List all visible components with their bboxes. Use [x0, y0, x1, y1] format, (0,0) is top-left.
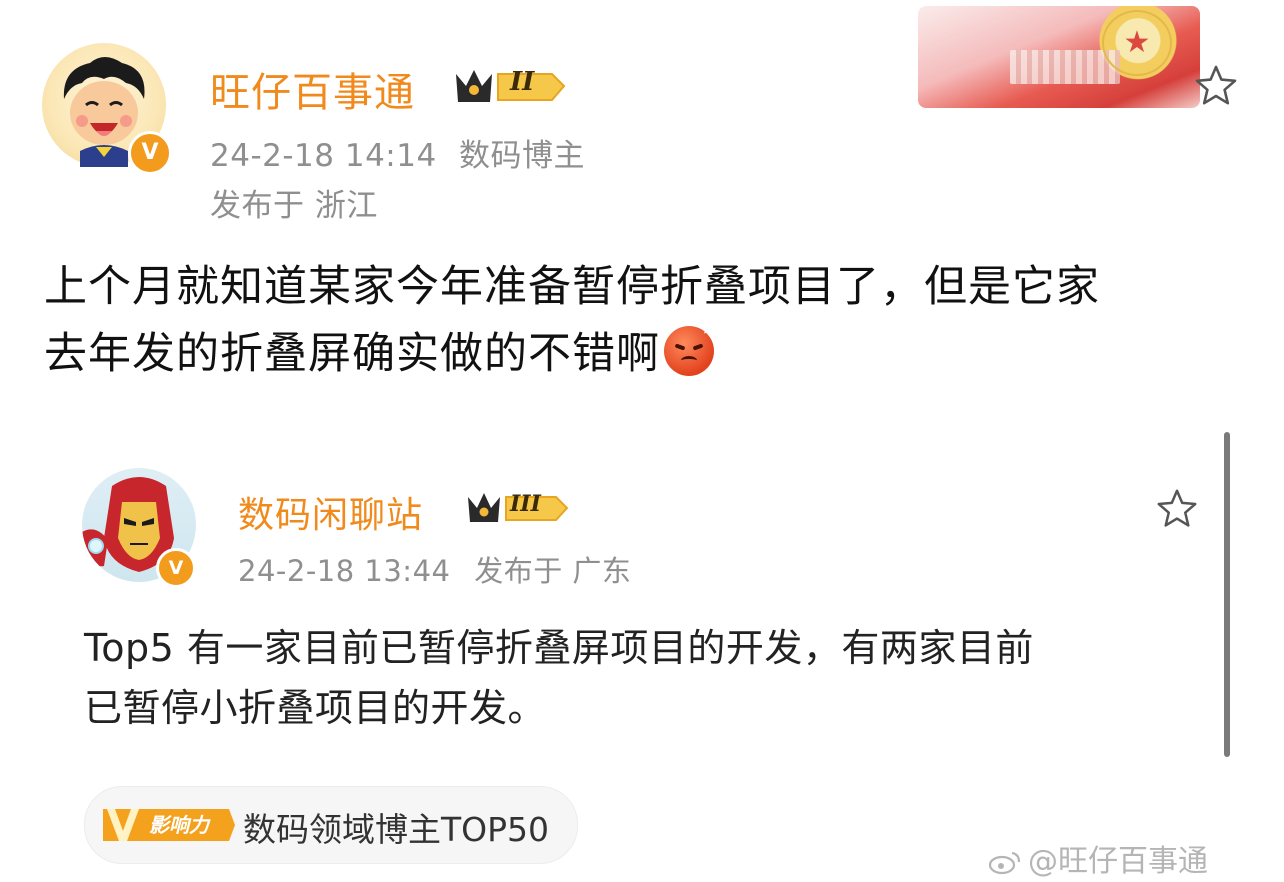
influence-label: 数码领域博主TOP50: [243, 810, 550, 849]
influence-badge-text: 影响力: [149, 813, 209, 837]
watermark: @旺仔百事通: [988, 836, 1208, 880]
quoted-body-line: Top5 有一家目前已暂停折叠屏项目的开发，有两家目前: [84, 626, 1034, 670]
influence-tag[interactable]: 影响力 数码领域博主TOP50: [84, 786, 578, 864]
watermark-text: @旺仔百事通: [1028, 844, 1208, 879]
banner-emblem: ★: [1102, 10, 1172, 76]
quoted-verified-badge: V: [156, 548, 196, 588]
quoted-body-line-2: 已暂停小折叠项目的开发。: [84, 686, 547, 730]
anger-vein-icon: ✸: [701, 320, 716, 339]
quoted-level-badge-text: III: [510, 491, 541, 517]
quoted-username[interactable]: 数码闲聊站: [238, 486, 423, 538]
emoji-mouth: [681, 356, 697, 365]
quoted-meta-line: 24-2-18 13:44 发布于 广东: [238, 548, 631, 590]
post-body-line-text: 去年发的折叠屏确实做的不错啊: [44, 329, 660, 379]
quoted-star-icon[interactable]: [1154, 486, 1200, 532]
username[interactable]: 旺仔百事通: [210, 60, 415, 118]
verified-badge: V: [128, 131, 172, 175]
quoted-post-time: 24-2-18 13:44: [238, 554, 451, 588]
crown-level-badge: [456, 70, 566, 102]
quote-scrollbar[interactable]: [1224, 432, 1230, 757]
angry-face-icon: ✸: [664, 322, 715, 376]
author-role: 数码博主: [459, 138, 586, 174]
weibo-logo-icon: [988, 851, 1021, 875]
post-body-line-2: 去年发的折叠屏确实做的不错啊 ✸: [44, 321, 1254, 388]
avatar[interactable]: V: [42, 43, 172, 175]
post-time: 24-2-18 14:14: [210, 138, 437, 174]
post-body: 上个月就知道某家今年准备暂停折叠项目了，但是它家 去年发的折叠屏确实做的不错啊 ✸: [44, 254, 1254, 388]
post-meta-line: 24-2-18 14:14 数码博主: [210, 130, 585, 175]
header-banner-image: ★: [918, 6, 1200, 108]
level-badge-text: II: [510, 67, 535, 97]
post-location: 发布于 浙江: [210, 188, 378, 224]
quoted-post-body: Top5 有一家目前已暂停折叠屏项目的开发，有两家目前 已暂停小折叠项目的开发。: [84, 618, 1204, 738]
post-body-line: 上个月就知道某家今年准备暂停折叠项目了，但是它家: [44, 262, 1100, 312]
quoted-post-location: 发布于 广东: [474, 554, 632, 588]
star-icon[interactable]: [1192, 62, 1240, 110]
